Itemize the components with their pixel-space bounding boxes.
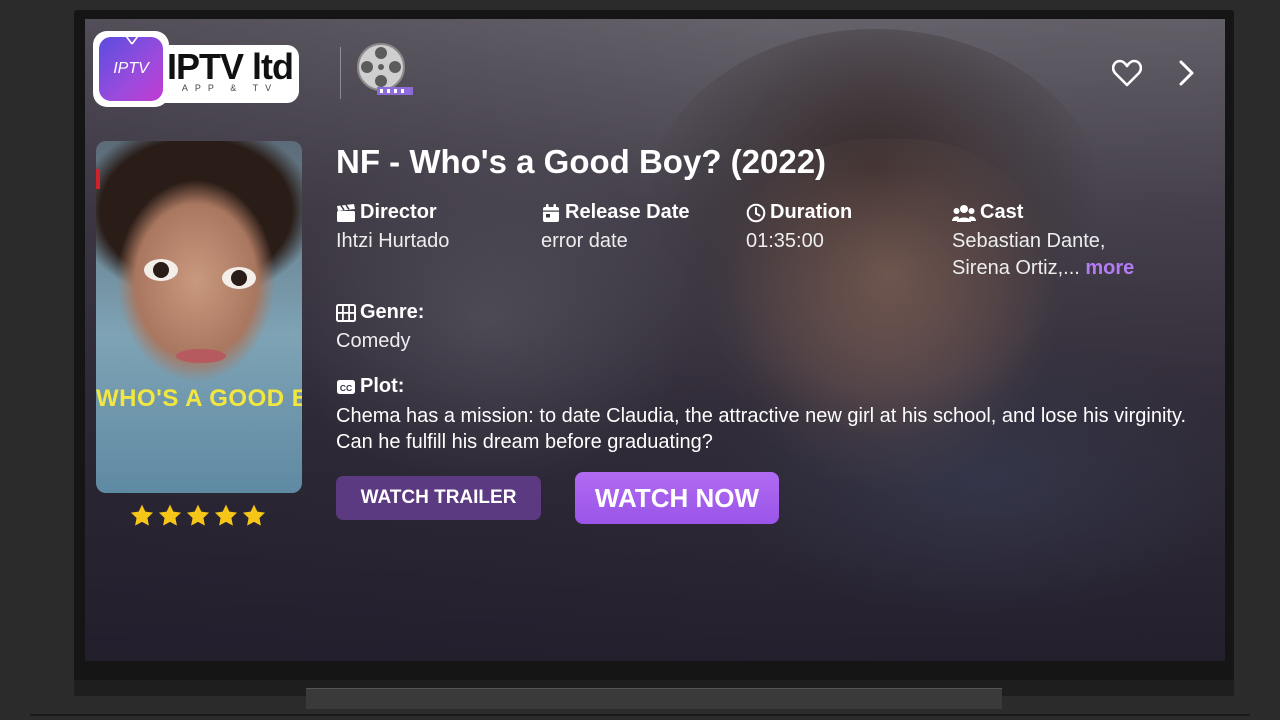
director-label-text: Director: [360, 201, 437, 223]
director-label: Director: [336, 201, 437, 224]
cast-line-2: Sirena Ortiz,... more: [952, 255, 1134, 282]
logo-tv-icon: IPTV: [99, 35, 163, 101]
star-icon: [242, 504, 266, 526]
users-icon: [952, 204, 976, 222]
poster-mouth: [176, 349, 226, 363]
heart-icon[interactable]: [1112, 59, 1142, 87]
svg-text:CC: CC: [340, 383, 352, 393]
cast-line-1: Sebastian Dante,: [952, 230, 1106, 252]
app-logo: IPTV: [93, 31, 169, 107]
movie-poster: WHO'S A GOOD BOY?: [96, 141, 302, 493]
logo-badge-text: IPTV: [113, 60, 149, 77]
duration-value: 01:35:00: [746, 230, 824, 252]
release-date-label-text: Release Date: [565, 201, 690, 223]
header-divider: [340, 47, 341, 99]
genre-label-text: Genre:: [360, 301, 425, 323]
logo-wordmark: IPTV ltd APP & TV: [163, 45, 299, 103]
chevron-right-icon[interactable]: [1175, 59, 1197, 87]
watch-now-button[interactable]: WATCH NOW: [575, 472, 779, 524]
netflix-tab: [96, 169, 100, 189]
movie-title: NF - Who's a Good Boy? (2022): [336, 143, 827, 180]
closed-captions-icon: CC: [337, 379, 355, 394]
duration-label: Duration: [746, 201, 852, 224]
release-date-label: Release Date: [541, 201, 690, 224]
cast-value: Sebastian Dante, Sirena Ortiz,... more: [952, 228, 1134, 282]
cast-line-2-text: Sirena Ortiz,...: [952, 257, 1080, 279]
brand-tagline: APP & TV: [181, 83, 279, 93]
plot-text: Chema has a mission: to date Claudia, th…: [336, 405, 1187, 453]
poster-title: WHO'S A GOOD BOY?: [96, 385, 302, 412]
film-reel-icon: [357, 43, 413, 95]
plot-label: CC Plot:: [336, 375, 404, 398]
floor-line: [30, 714, 1250, 716]
tv-screen: IPTV IPTV ltd APP & TV WHO'S A GOOD BOY?: [85, 19, 1225, 661]
star-icon: [214, 504, 238, 526]
genre-value: Comedy: [336, 330, 411, 352]
star-icon: [130, 504, 154, 526]
rating-stars: [129, 503, 267, 529]
star-icon: [186, 504, 210, 526]
watch-trailer-button[interactable]: WATCH TRAILER: [336, 476, 541, 520]
genre-label: Genre:: [336, 301, 424, 324]
duration-label-text: Duration: [770, 201, 853, 223]
poster-eye-right: [222, 267, 256, 289]
clapperboard-icon: [337, 203, 355, 222]
calendar-icon: [543, 203, 559, 222]
plot-label-text: Plot:: [360, 375, 405, 397]
release-date-value: error date: [541, 230, 628, 252]
film-strip-icon: [336, 303, 356, 322]
antenna-icon: [125, 35, 139, 45]
tv-stand-base: [306, 688, 1002, 709]
cast-label: Cast: [952, 201, 1023, 224]
clock-icon: [746, 203, 766, 222]
director-value: Ihtzi Hurtado: [336, 230, 450, 252]
star-icon: [158, 504, 182, 526]
poster-eye-left: [144, 259, 178, 281]
cast-label-text: Cast: [980, 201, 1024, 223]
cast-more-link[interactable]: more: [1085, 257, 1134, 279]
